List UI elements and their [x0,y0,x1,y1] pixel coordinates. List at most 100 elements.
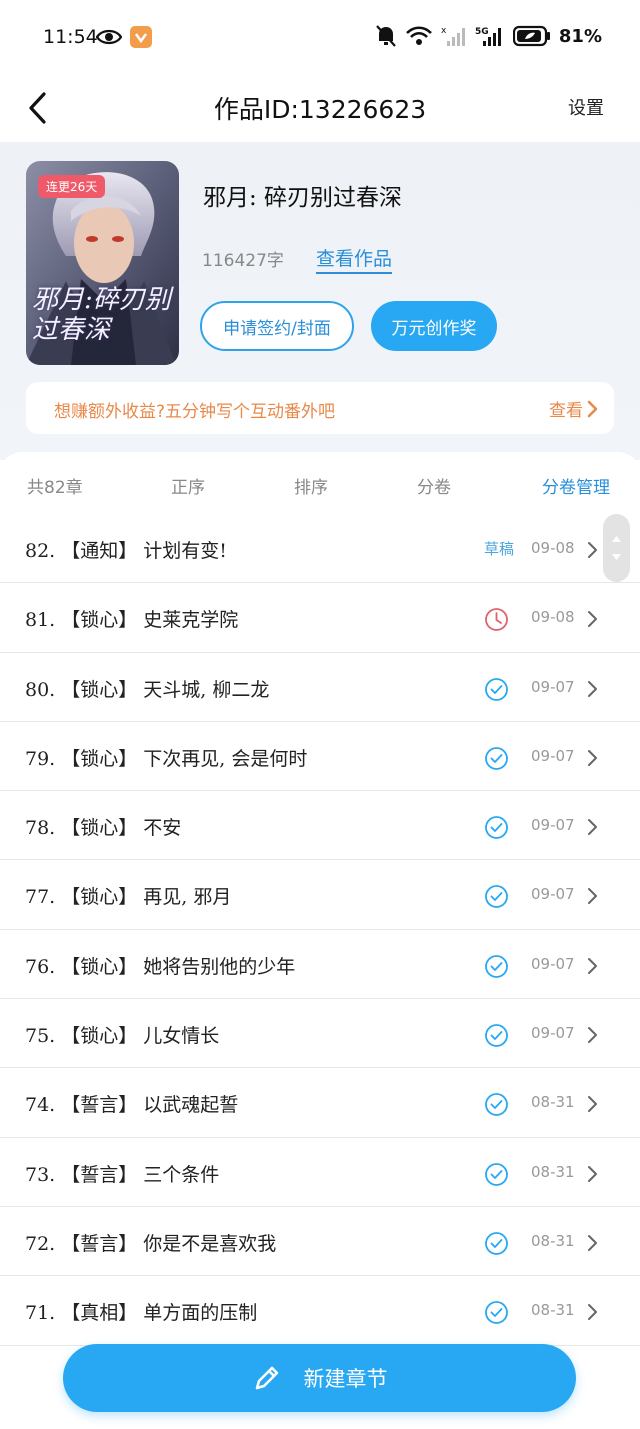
book-title: 邪月: 碎刃别过春深 [203,185,403,211]
settings-button[interactable]: 设置 [568,94,604,120]
chapter-title: 78. 【锁心】 不安 [25,817,182,840]
chapter-date: 09-07 [531,677,575,696]
chapter-count: 共82章 [27,478,83,498]
chapter-title: 82. 【通知】 计划有变! [25,540,227,562]
chapter-title: 72. 【誓言】 你是不是喜欢我 [25,1232,277,1255]
chevron-right-icon [588,611,597,628]
new-chapter-button[interactable]: 新建章节 [63,1344,576,1412]
scroll-arrows-icon [612,536,621,560]
chevron-right-icon [588,680,597,697]
status-left-icons [96,26,152,48]
chapter-row[interactable]: 82. 【通知】 计划有变! 草稿 09-08 [0,514,640,584]
chevron-right-icon [588,888,597,905]
status-bar: 11:54 x 5G 81% [0,0,640,74]
published-check-icon [484,1162,509,1187]
chapter-title: 71. 【真相】 单方面的压制 [25,1302,258,1325]
chapter-title: 77. 【锁心】 再见, 邪月 [25,886,232,909]
signal-5g-icon: 5G [475,27,501,46]
chevron-right-icon [588,1027,597,1044]
status-right-icons: x 5G 81% [375,24,602,48]
chapter-title: 73. 【誓言】 三个条件 [25,1163,220,1186]
word-count: 116427字 [202,251,284,271]
chapter-row[interactable]: 76. 【锁心】 她将告别他的少年 09-07 [0,930,640,1000]
chapter-title: 80. 【锁心】 天斗城, 柳二龙 [25,678,270,701]
chapter-row[interactable]: 78. 【锁心】 不安 09-07 [0,791,640,861]
chapter-list-panel: 共82章 正序 排序 分卷 分卷管理 82. 【通知】 计划有变! 草稿 09-08… [0,452,640,1429]
published-check-icon [484,815,509,840]
chevron-right-icon [588,1304,597,1321]
chevron-right-icon [588,1165,597,1182]
update-streak-badge: 连更26天 [38,175,106,198]
chevron-right-icon [588,542,597,558]
chapter-title: 79. 【锁心】 下次再见, 会是何时 [25,747,308,770]
page-title: 作品ID:13226623 [213,95,427,124]
cover-title-art: 邪月:碎刃别过春深 [32,285,171,345]
pending-clock-icon [484,607,509,632]
published-check-icon [484,1023,509,1048]
signal-weak-icon: x [441,26,465,46]
promo-view-link[interactable]: 查看 [549,396,598,421]
published-check-icon [484,954,509,979]
promo-link-label: 查看 [549,401,583,421]
chapter-date: 09-07 [531,954,575,973]
chevron-right-icon [587,400,598,417]
published-check-icon [484,884,509,909]
chapter-row[interactable]: 71. 【真相】 单方面的压制 08-31 [0,1276,640,1346]
svg-text:5G: 5G [475,27,489,37]
chapter-title: 74. 【誓言】 以武魂起誓 [25,1094,239,1117]
chevron-right-icon [588,957,597,974]
promo-text: 想赚额外收益?五分钟写个互动番外吧 [54,402,336,422]
tab-volumes[interactable]: 分卷 [417,473,451,498]
tab-order-asc[interactable]: 正序 [171,473,205,498]
chevron-right-icon [588,1234,597,1251]
chapter-list: 82. 【通知】 计划有变! 草稿 09-08 81. 【锁心】 史莱克学院 09-08… [0,514,640,1346]
chevron-right-icon [588,749,597,766]
chapter-date: 08-31 [531,1093,575,1112]
chapter-row[interactable]: 80. 【锁心】 天斗城, 柳二龙 09-07 [0,653,640,722]
chapter-date: 08-31 [531,1301,575,1320]
chapter-date: 09-08 [531,539,575,557]
chevron-right-icon [588,819,597,836]
chapter-row[interactable]: 77. 【锁心】 再见, 邪月 09-07 [0,860,640,930]
scroll-handle[interactable] [603,514,630,582]
new-chapter-label: 新建章节 [303,1367,388,1391]
chapter-date: 09-07 [531,816,575,835]
mute-bell-icon [376,25,396,47]
chapter-date: 09-07 [531,746,575,765]
chapter-title: 76. 【锁心】 她将告别他的少年 [25,955,296,978]
chapter-date: 08-31 [531,1162,575,1181]
promo-banner[interactable]: 想赚额外收益?五分钟写个互动番外吧 查看 [26,382,614,434]
published-check-icon [484,1231,509,1256]
published-check-icon [484,1092,509,1117]
published-check-icon [484,1300,509,1325]
chapter-row[interactable]: 72. 【誓言】 你是不是喜欢我 08-31 [0,1207,640,1277]
chapter-title: 75. 【锁心】 儿女情长 [25,1025,220,1048]
chapter-row[interactable]: 74. 【誓言】 以武魂起誓 08-31 [0,1068,640,1138]
tab-volume-management[interactable]: 分卷管理 [542,473,610,498]
chapter-date: 09-07 [531,885,575,904]
svg-text:x: x [441,26,447,36]
chevron-right-icon [588,1096,597,1113]
chapter-row[interactable]: 79. 【锁心】 下次再见, 会是何时 09-07 [0,722,640,792]
chapter-title: 81. 【锁心】 史莱克学院 [25,609,239,632]
creation-award-button[interactable]: 万元创作奖 [371,301,497,351]
chapter-date: 08-31 [531,1231,575,1250]
chapter-date: 09-07 [531,1024,575,1043]
chapter-row[interactable]: 75. 【锁心】 儿女情长 09-07 [0,999,640,1069]
tab-sort[interactable]: 排序 [294,473,328,498]
chapter-row[interactable]: 81. 【锁心】 史莱克学院 09-08 [0,583,640,653]
chapter-date: 09-08 [531,608,575,627]
chapter-row[interactable]: 73. 【誓言】 三个条件 08-31 [0,1138,640,1207]
apply-contract-button[interactable]: 申请签约/封面 [200,301,354,351]
book-info-section: 连更26天 邪月:碎刃别过春深 邪月: 碎刃别过春深 116427字 查看作品 … [0,142,640,460]
published-check-icon [484,746,509,771]
view-work-link[interactable]: 查看作品 [316,244,393,274]
app-notification-icon [130,26,152,48]
draft-label: 草稿 [484,540,515,558]
pencil-icon [255,1366,278,1390]
nav-bar: 作品ID:13226623 设置 [0,74,640,142]
published-check-icon [484,677,509,702]
book-cover[interactable]: 连更26天 邪月:碎刃别过春深 [26,161,179,365]
battery-icon [512,25,550,47]
chapter-toolbar: 共82章 正序 排序 分卷 分卷管理 [0,452,640,514]
